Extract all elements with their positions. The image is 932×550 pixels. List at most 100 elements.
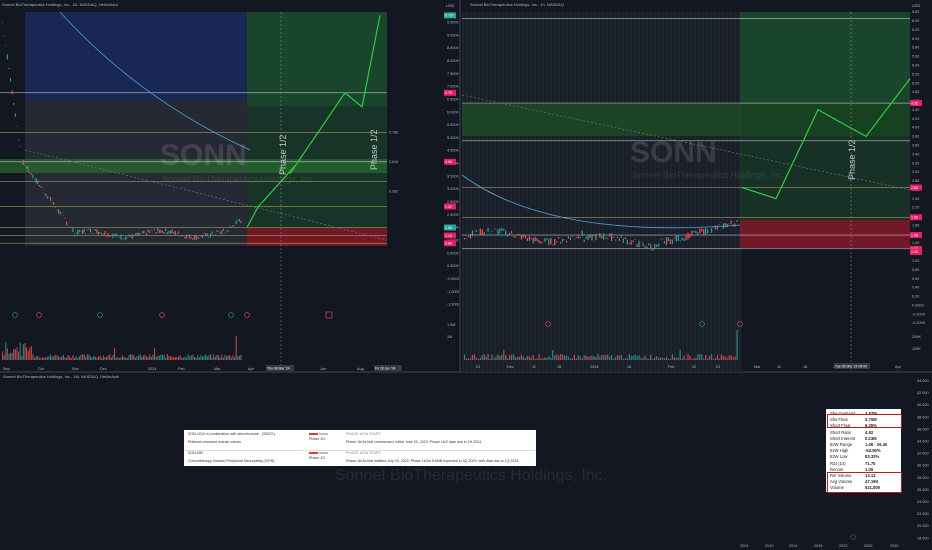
tr-session-stripe bbox=[498, 12, 500, 372]
tl-candle bbox=[197, 236, 199, 239]
tl-volume-bar bbox=[115, 357, 117, 360]
stats-value: -52.90% bbox=[865, 448, 881, 454]
tr-session-stripe bbox=[622, 12, 624, 372]
tl-volume-bar bbox=[184, 356, 186, 360]
bt-event-marker[interactable] bbox=[850, 534, 856, 540]
tr-volume-bar bbox=[579, 356, 581, 360]
tr-volume-axis-label: 100K bbox=[912, 347, 921, 351]
tr-volume-bar bbox=[477, 358, 479, 360]
tl-x-tick-label: Sep bbox=[3, 367, 10, 371]
tr-candle bbox=[536, 238, 538, 242]
tr-y-tick-label: 5.80 bbox=[912, 46, 919, 50]
tl-candle bbox=[211, 231, 213, 234]
tr-volume-bar bbox=[712, 358, 715, 360]
tr-session-stripe bbox=[674, 12, 676, 372]
tl-candle bbox=[141, 231, 143, 233]
pipeline-phase-bar-empty bbox=[319, 433, 328, 435]
tr-volume-bar bbox=[736, 330, 738, 360]
tl-volume-bar bbox=[21, 355, 23, 360]
tr-candle bbox=[467, 236, 470, 238]
tr-volume-bar bbox=[562, 354, 564, 360]
tl-volume-bar bbox=[139, 354, 141, 360]
tr-session-stripe bbox=[558, 12, 560, 372]
stats-label: Short Ratio bbox=[830, 429, 851, 435]
tr-candle bbox=[571, 235, 573, 237]
tl-volume-bar bbox=[186, 357, 188, 360]
tr-candle bbox=[497, 229, 499, 235]
tr-volume-bar bbox=[618, 355, 621, 360]
tl-candle bbox=[77, 229, 79, 236]
tr-candle bbox=[534, 237, 536, 242]
tr-session-stripe bbox=[538, 12, 540, 372]
tl-candle bbox=[40, 186, 42, 188]
tr-candle bbox=[612, 236, 615, 238]
tr-candle bbox=[636, 244, 638, 248]
tl-volume-bar bbox=[40, 357, 42, 360]
tl-candle bbox=[115, 233, 117, 237]
tr-candle bbox=[487, 227, 489, 232]
tl-candle bbox=[66, 221, 68, 225]
tl-candle bbox=[14, 113, 16, 117]
tr-session-stripe bbox=[634, 12, 636, 372]
tl-candle bbox=[8, 67, 10, 70]
tl-volume-bar bbox=[112, 355, 114, 360]
tl-candle bbox=[232, 225, 234, 227]
tr-volume-bar bbox=[552, 350, 554, 360]
tl-volume-bar bbox=[235, 336, 237, 360]
tl-volume-bar bbox=[162, 354, 164, 360]
tr-candle bbox=[485, 230, 487, 231]
tr-volume-bar bbox=[624, 358, 626, 360]
pipeline-status: Phase 1b/2a trial commenced; Initial Jun… bbox=[346, 440, 482, 444]
tr-session-stripe bbox=[666, 12, 668, 372]
tr-volume-bar bbox=[658, 357, 660, 360]
tl-candle bbox=[221, 230, 223, 235]
tr-session-stripe bbox=[606, 12, 608, 372]
tl-volume-bar bbox=[187, 354, 189, 360]
tl-candle bbox=[218, 230, 220, 232]
tl-blue-zone bbox=[25, 12, 247, 100]
tl-candle bbox=[26, 166, 28, 169]
tr-y-tick-label: 4.00 bbox=[912, 126, 919, 130]
tl-volume-bar bbox=[69, 356, 71, 360]
tl-candle bbox=[136, 232, 138, 236]
tr-x-tick-label: Feb bbox=[668, 365, 675, 369]
tr-candle bbox=[695, 230, 697, 234]
tr-volume-bar bbox=[693, 358, 695, 360]
tr-candle bbox=[499, 228, 501, 234]
tr-volume-bar bbox=[587, 356, 589, 360]
tr-volume-bar bbox=[640, 358, 642, 360]
tl-candle bbox=[190, 237, 192, 239]
tl-candle bbox=[45, 193, 47, 197]
tl-volume-bar bbox=[147, 356, 149, 360]
tr-candle bbox=[526, 237, 528, 242]
tl-candle bbox=[51, 202, 53, 203]
tl-candle bbox=[16, 125, 18, 127]
tr-session-stripe bbox=[686, 12, 688, 372]
tr-session-stripe bbox=[670, 12, 672, 372]
tr-volume-bar bbox=[534, 358, 536, 360]
tr-volume-bar bbox=[528, 356, 530, 360]
tr-volume-bar bbox=[469, 358, 472, 360]
tl-x-tick-label: Apr bbox=[248, 367, 255, 371]
tl-volume-bar bbox=[189, 356, 191, 360]
tr-red-zone bbox=[740, 220, 910, 248]
tl-candle bbox=[94, 229, 96, 231]
tr-candle bbox=[675, 235, 677, 242]
tr-volume-bar bbox=[669, 358, 671, 360]
tr-candle bbox=[542, 241, 544, 243]
tr-candle bbox=[667, 237, 670, 242]
tr-session-stripe bbox=[642, 12, 644, 372]
tl-volume-bar bbox=[174, 357, 176, 360]
tr-y-tick-label: 3.80 bbox=[912, 135, 919, 139]
tr-volume-bar bbox=[724, 356, 726, 360]
tl-candle bbox=[67, 224, 69, 226]
tr-candle bbox=[697, 232, 699, 236]
tl-volume-bar bbox=[70, 357, 72, 360]
tr-green-zone-upper bbox=[740, 12, 910, 104]
tl-volume-bar bbox=[214, 356, 216, 360]
tr-candle bbox=[703, 229, 705, 236]
tr-candle bbox=[516, 233, 519, 235]
tl-candle bbox=[43, 193, 45, 194]
bt-y-tick-label: 32.000 bbox=[917, 452, 929, 456]
tr-candle bbox=[518, 234, 521, 235]
